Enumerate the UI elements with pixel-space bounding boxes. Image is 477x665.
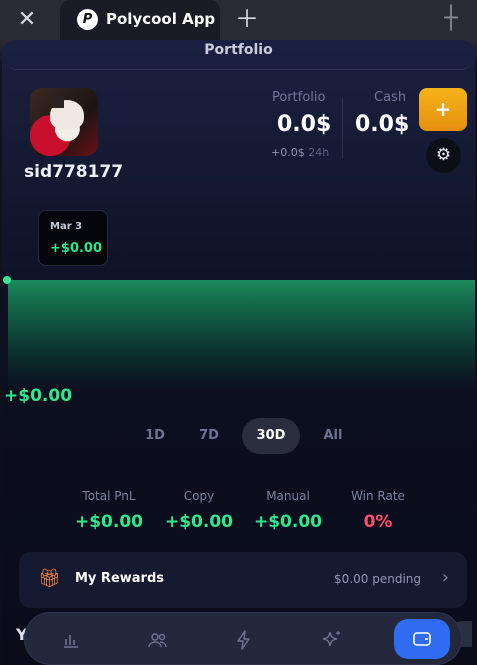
cash-value: 0.0$ [355, 112, 410, 137]
page-header: Portfolio [6, 40, 471, 70]
win-rate-label: Win Rate [351, 489, 405, 503]
app-window: ✕ P Polycool App ＋ ┼ Portfolio sid778177… [0, 0, 477, 665]
polycool-logo-icon: P [77, 9, 98, 30]
portfolio-change-period: 24h [308, 146, 330, 159]
total-pnl-label: Total PnL [82, 489, 136, 503]
range-all[interactable]: All [313, 418, 353, 454]
close-icon[interactable]: ✕ [14, 7, 40, 33]
portfolio-change-value: +0.0$ [271, 146, 305, 159]
total-pnl-value: +$0.00 [74, 512, 144, 532]
lightning-icon[interactable] [218, 613, 270, 665]
portfolio-screen: Portfolio sid778177 Portfolio 0.0$ +0.0$… [2, 40, 475, 665]
range-7d[interactable]: 7D [189, 418, 229, 454]
browser-tab-bar: ✕ P Polycool App ＋ ┼ [0, 0, 477, 40]
rewards-title: My Rewards [75, 571, 165, 586]
avatar[interactable] [30, 88, 98, 156]
copy-label: Copy [183, 489, 215, 503]
tooltip-date: Mar 3 [50, 221, 83, 232]
range-30d[interactable]: 30D [242, 418, 300, 454]
pnl-chart[interactable] [3, 276, 475, 390]
users-icon[interactable] [132, 613, 184, 665]
stats-divider [342, 98, 343, 158]
expand-icon[interactable]: ┼ [438, 6, 464, 32]
range-1d[interactable]: 1D [135, 418, 175, 454]
gift-icon: 🎁︎ [38, 568, 61, 589]
rewards-pending: $0.00 pending [334, 572, 421, 586]
chart-point [3, 276, 11, 284]
win-rate-value: 0% [363, 512, 393, 532]
wallet-icon[interactable] [394, 619, 450, 659]
gear-icon[interactable]: ⚙ [426, 138, 461, 173]
sparkle-icon[interactable] [306, 613, 358, 665]
manual-label: Manual [266, 489, 310, 503]
chart-tooltip: Mar 3 +$0.00 [38, 210, 108, 266]
my-rewards-card[interactable]: 🎁︎ My Rewards $0.00 pending › [19, 552, 467, 608]
cash-label: Cash [374, 90, 407, 105]
avatar-image-detail [52, 94, 64, 108]
username: sid778177 [24, 162, 124, 182]
chart-area-series [8, 280, 475, 390]
copy-value: +$0.00 [164, 512, 234, 532]
portfolio-change: +0.0$ 24h [271, 146, 329, 159]
chevron-right-icon: › [441, 567, 449, 588]
tab-title: Polycool App [106, 10, 216, 28]
portfolio-label: Portfolio [272, 90, 326, 105]
tooltip-value: +$0.00 [50, 241, 103, 256]
add-funds-button[interactable]: + [419, 88, 467, 131]
portfolio-value: 0.0$ [277, 112, 332, 137]
chart-icon[interactable] [45, 613, 97, 665]
tab-polycool[interactable]: P Polycool App [60, 0, 220, 40]
page-title: Portfolio [204, 42, 273, 58]
bottom-navigation [24, 612, 462, 665]
chart-current-value: +$0.00 [4, 386, 73, 406]
manual-value: +$0.00 [253, 512, 323, 532]
plus-icon[interactable]: ＋ [234, 6, 260, 32]
